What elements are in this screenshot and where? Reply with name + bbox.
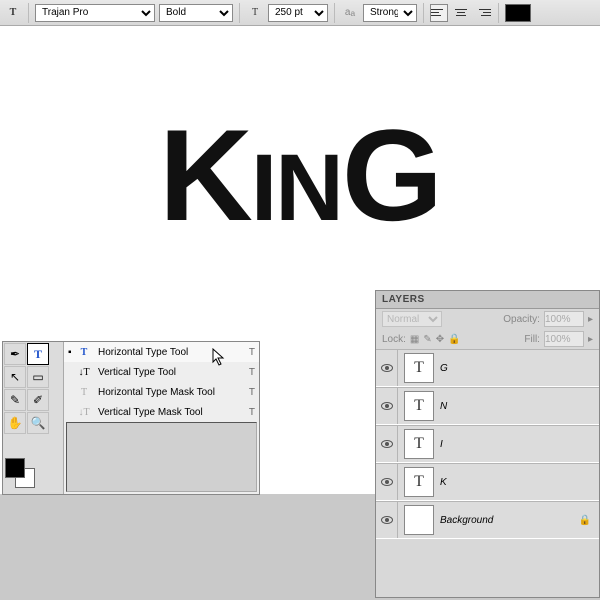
opacity-input[interactable] [544, 311, 584, 327]
tools-panel: ✒ T ↖ ▭ ✎ ✐ ✋ 🔍 ▪ T Horizontal Type Tool… [2, 341, 260, 495]
eye-icon [381, 364, 393, 372]
lock-icon: 🔒 [579, 515, 591, 526]
flyout-vertical-type[interactable]: ↓T Vertical Type Tool T [64, 362, 259, 382]
type-tool-flyout: ▪ T Horizontal Type Tool T ↓T Vertical T… [63, 342, 259, 494]
layer-row-background[interactable]: Background 🔒 [376, 501, 599, 539]
opacity-flyout-icon[interactable]: ▸ [588, 314, 593, 325]
type-options-toolbar: T Trajan Pro Bold T 250 pt aa Strong [0, 0, 600, 26]
type-tool-indicator-icon: T [4, 4, 22, 22]
text-layer-thumb-icon: T [404, 467, 434, 497]
eye-icon [381, 478, 393, 486]
visibility-toggle[interactable] [376, 388, 398, 424]
flyout-vertical-type-mask[interactable]: ↓T Vertical Type Mask Tool T [64, 402, 259, 422]
fill-flyout-icon[interactable]: ▸ [588, 334, 593, 345]
vertical-type-mask-icon: ↓T [76, 407, 92, 418]
font-family-select[interactable]: Trajan Pro [35, 4, 155, 22]
vertical-type-icon: ↓T [76, 367, 92, 378]
lock-position-icon[interactable]: ✥ [436, 334, 444, 345]
separator [334, 3, 335, 23]
font-weight-select[interactable]: Bold [159, 4, 233, 22]
eye-icon [381, 516, 393, 524]
opacity-label: Opacity: [503, 314, 540, 325]
font-size-icon: T [246, 4, 264, 22]
layer-row[interactable]: T K [376, 463, 599, 501]
visibility-toggle[interactable] [376, 426, 398, 462]
blend-opacity-row: Normal Opacity: ▸ [376, 309, 599, 329]
flyout-item-label: Vertical Type Tool [98, 367, 176, 378]
visibility-toggle[interactable] [376, 350, 398, 386]
eyedropper-tool-button[interactable]: ✐ [27, 389, 49, 411]
glyph-k: K [159, 102, 251, 248]
zoom-tool-button[interactable]: 🔍 [27, 412, 49, 434]
canvas-type-layer[interactable]: KING [50, 100, 550, 252]
antialias-icon: aa [341, 4, 359, 22]
layer-name[interactable]: N [440, 401, 447, 412]
layers-list: T G T N T I T K Background 🔒 [376, 349, 599, 539]
notes-tool-button[interactable]: ✎ [4, 389, 26, 411]
layer-row[interactable]: T N [376, 387, 599, 425]
lock-fill-row: Lock: ▦ ✎ ✥ 🔒 Fill: ▸ [376, 329, 599, 349]
flyout-item-key: T [249, 407, 255, 418]
layer-row[interactable]: T G [376, 349, 599, 387]
fill-label: Fill: [524, 334, 540, 345]
antialias-select[interactable]: Strong [363, 4, 417, 22]
separator [239, 3, 240, 23]
layer-name[interactable]: K [440, 477, 447, 488]
layers-panel: LAYERS Normal Opacity: ▸ Lock: ▦ ✎ ✥ 🔒 F… [375, 290, 600, 598]
separator [423, 3, 424, 23]
blend-mode-select[interactable]: Normal [382, 311, 442, 327]
horizontal-type-icon: T [76, 347, 92, 358]
horizontal-type-mask-icon: T [76, 387, 92, 398]
glyph-g: G [342, 102, 441, 248]
flyout-empty-area [66, 422, 257, 492]
eye-icon [381, 440, 393, 448]
separator [28, 3, 29, 23]
flyout-item-key: T [249, 367, 255, 378]
flyout-item-key: T [249, 387, 255, 398]
eye-icon [381, 402, 393, 410]
fill-input[interactable] [544, 331, 584, 347]
layers-tab[interactable]: LAYERS [376, 291, 599, 309]
flyout-item-label: Vertical Type Mask Tool [98, 407, 203, 418]
layer-thumb [404, 505, 434, 535]
text-layer-thumb-icon: T [404, 391, 434, 421]
lock-pixels-icon[interactable]: ✎ [423, 334, 431, 345]
layer-name[interactable]: G [440, 363, 448, 374]
lock-all-icon[interactable]: 🔒 [448, 334, 460, 345]
align-right-button[interactable] [474, 4, 492, 22]
foreground-background-swatch[interactable] [5, 458, 25, 498]
hand-tool-button[interactable]: ✋ [4, 412, 26, 434]
visibility-toggle[interactable] [376, 464, 398, 500]
separator [498, 3, 499, 23]
text-layer-thumb-icon: T [404, 353, 434, 383]
lock-label: Lock: [382, 334, 406, 345]
lock-transparency-icon[interactable]: ▦ [410, 334, 419, 345]
layer-row[interactable]: T I [376, 425, 599, 463]
tools-column: ✒ T ↖ ▭ ✎ ✐ ✋ 🔍 [3, 342, 49, 494]
align-left-button[interactable] [430, 4, 448, 22]
text-layer-thumb-icon: T [404, 429, 434, 459]
flyout-item-label: Horizontal Type Tool [98, 347, 188, 358]
pen-tool-button[interactable]: ✒ [4, 343, 26, 365]
visibility-toggle[interactable] [376, 502, 398, 538]
path-select-tool-button[interactable]: ↖ [4, 366, 26, 388]
type-tool-button[interactable]: T [27, 343, 49, 365]
layer-name[interactable]: I [440, 439, 443, 450]
flyout-item-label: Horizontal Type Mask Tool [98, 387, 215, 398]
font-size-select[interactable]: 250 pt [268, 4, 328, 22]
glyph-in: IN [251, 135, 342, 241]
flyout-horizontal-type-mask[interactable]: T Horizontal Type Mask Tool T [64, 382, 259, 402]
shape-tool-button[interactable]: ▭ [27, 366, 49, 388]
align-center-button[interactable] [452, 4, 470, 22]
text-color-swatch[interactable] [505, 4, 531, 22]
layer-name[interactable]: Background [440, 515, 493, 526]
flyout-item-key: T [249, 347, 255, 358]
flyout-horizontal-type[interactable]: ▪ T Horizontal Type Tool T [64, 342, 259, 362]
